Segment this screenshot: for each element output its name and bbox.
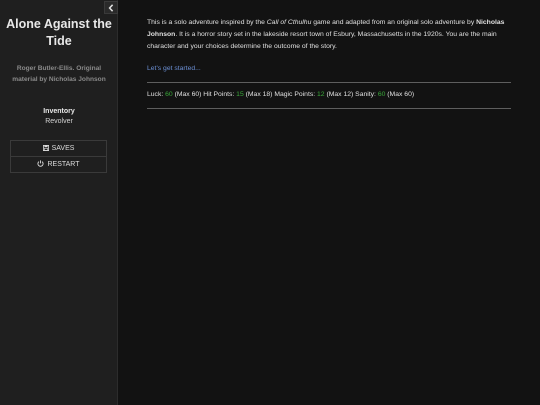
story-main: This is a solo adventure inspired by the… [147,0,511,405]
sanity-label: Sanity: [355,91,378,98]
power-icon [37,160,45,169]
saves-button[interactable]: SAVES [11,141,106,156]
sidebar-toggle-button[interactable] [104,1,118,14]
magic-points-label: Magic Points: [274,91,318,98]
divider [147,82,511,83]
story-title: Alone Against the Tide [6,17,112,48]
inventory-item: Revolver [45,118,73,125]
floppy-disk-icon [42,144,49,153]
magic-points-max: (Max 12) [324,91,356,98]
luck-value: 60 [165,91,173,98]
intro-paragraph: This is a solo adventure inspired by the… [147,17,511,53]
luck-label: Luck: [147,91,166,98]
game-name: Call of Cthulhu [266,19,312,26]
intro-text: game and adapted from an original solo a… [311,19,477,26]
chevron-left-icon [108,0,114,17]
intro-text: This is a solo adventure inspired by the [147,19,267,26]
sanity-max: (Max 60) [385,91,415,98]
restart-label: RESTART [47,161,80,168]
sidebar-menu: SAVES RESTART [10,140,107,173]
story-author: Roger Butler-Ellis. Original material by… [12,65,106,83]
inventory-heading: Inventory [43,108,75,115]
hit-points-max: (Max 18) [243,91,275,98]
divider [147,108,511,109]
magic-points-value: 12 [317,91,325,98]
hit-points-value: 15 [236,91,244,98]
restart-button[interactable]: RESTART [11,156,106,172]
intro-text: . It is a horror story set in the lakesi… [147,31,497,50]
luck-max: (Max 60) [172,91,204,98]
sidebar: Alone Against the Tide Roger Butler-Elli… [0,0,118,405]
stats-line: Luck: 60 (Max 60) Hit Points: 15 (Max 18… [147,91,414,98]
saves-label: SAVES [51,145,75,152]
hit-points-label: Hit Points: [203,91,237,98]
start-link[interactable]: Let's get started... [147,65,201,72]
